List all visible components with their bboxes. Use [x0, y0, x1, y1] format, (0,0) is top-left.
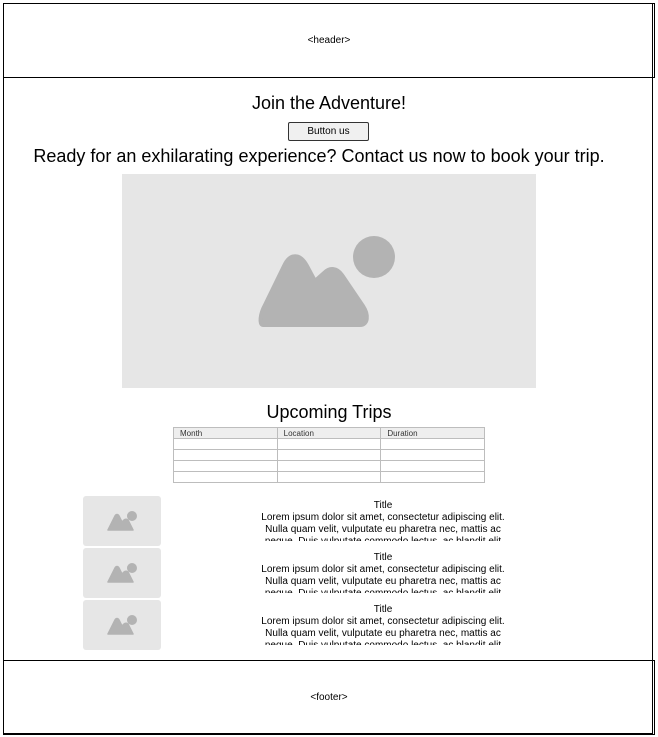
table-cell: [173, 449, 278, 461]
table-row: [173, 449, 485, 461]
list-item: Title Lorem ipsum dolor sit amet, consec…: [0, 600, 658, 650]
card-thumbnail: [83, 496, 161, 546]
table-row: [173, 438, 485, 450]
table-cell: [173, 438, 278, 450]
table-cell: [380, 471, 485, 483]
table-header-row: Month Location Duration: [173, 427, 485, 439]
table-cell: [173, 471, 278, 483]
table-cell: [276, 471, 382, 483]
list-item: Title Lorem ipsum dolor sit amet, consec…: [0, 548, 658, 598]
table-row: [173, 460, 485, 472]
page-header: <header>: [3, 3, 655, 78]
hero-tagline: Ready for an exhilarating experience? Co…: [33, 146, 605, 166]
header-label: <header>: [307, 35, 351, 46]
hero-image: [122, 174, 536, 388]
image-placeholder-icon: [107, 615, 137, 635]
column-header: Duration: [380, 427, 485, 439]
column-header: Location: [276, 427, 382, 439]
image-placeholder-icon: [107, 563, 137, 583]
card-thumbnail: [83, 548, 161, 598]
table-cell: [173, 460, 278, 472]
page-footer: <footer>: [3, 660, 655, 735]
card-body: Lorem ipsum dolor sit amet, consectetur …: [261, 564, 505, 593]
cta-button[interactable]: Button us: [288, 122, 369, 141]
column-header: Month: [173, 427, 278, 439]
card-title: Title: [373, 500, 393, 511]
trips-table: Month Location Duration: [173, 427, 485, 483]
footer-label: <footer>: [310, 692, 348, 703]
upcoming-trips-title: Upcoming Trips: [266, 402, 392, 422]
card-thumbnail: [83, 600, 161, 650]
table-cell: [276, 449, 382, 461]
table-cell: [380, 460, 485, 472]
list-item: Title Lorem ipsum dolor sit amet, consec…: [0, 496, 658, 546]
card-body: Lorem ipsum dolor sit amet, consectetur …: [261, 512, 505, 541]
card-title: Title: [373, 552, 393, 563]
card-body: Lorem ipsum dolor sit amet, consectetur …: [261, 616, 505, 645]
hero-title: Join the Adventure!: [251, 93, 407, 113]
image-placeholder-icon: [258, 236, 395, 327]
image-placeholder-icon: [107, 511, 137, 531]
card-title: Title: [373, 604, 393, 615]
table-row: [173, 471, 485, 483]
table-cell: [276, 460, 382, 472]
table-cell: [276, 438, 382, 450]
table-cell: [380, 449, 485, 461]
table-cell: [380, 438, 485, 450]
